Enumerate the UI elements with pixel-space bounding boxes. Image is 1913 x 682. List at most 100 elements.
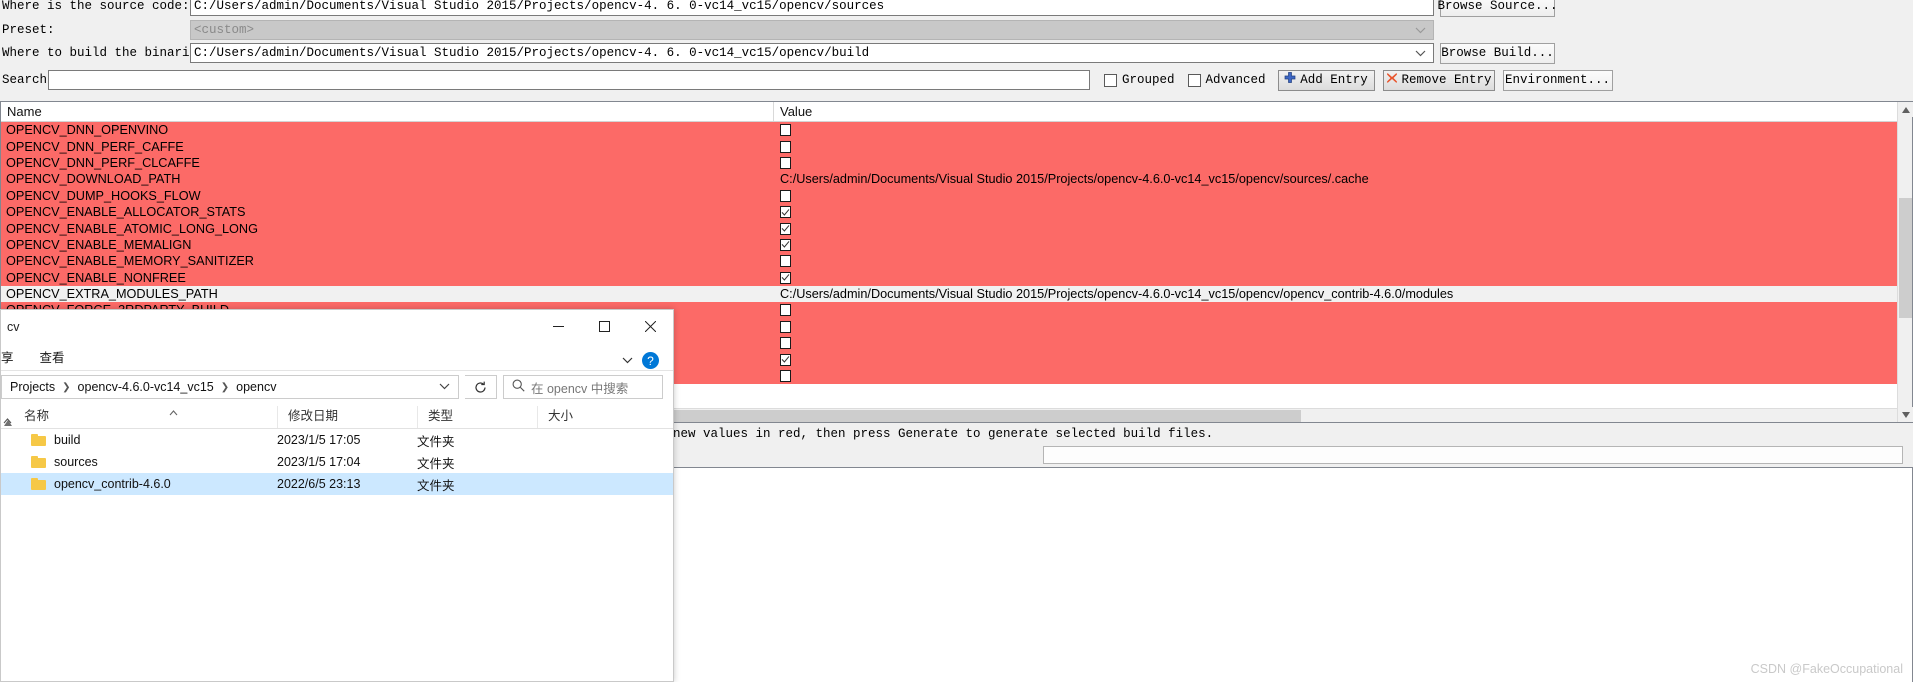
explorer-column-date[interactable]: 修改日期 — [277, 406, 417, 428]
status-message: new values in red, then press Generate t… — [673, 427, 1214, 441]
explorer-column-size[interactable]: 大小 — [537, 406, 637, 428]
checkbox-checked-icon[interactable] — [780, 353, 791, 366]
cache-entry-value[interactable]: C:/Users/admin/Documents/Visual Studio 2… — [774, 287, 1912, 301]
add-entry-button[interactable]: Add Entry — [1277, 69, 1375, 91]
file-name: opencv_contrib-4.6.0 — [54, 477, 171, 491]
table-row[interactable]: OPENCV_ENABLE_MEMALIGN — [1, 236, 1912, 254]
ribbon-collapse-chevron-icon[interactable] — [622, 355, 633, 367]
explorer-titlebar[interactable]: cv — [1, 310, 673, 343]
table-row[interactable]: OPENCV_ENABLE_NONFREE — [1, 269, 1912, 286]
build-path-input[interactable]: C:/Users/admin/Documents/Visual Studio 2… — [190, 43, 1434, 63]
checkbox-unchecked-icon[interactable] — [780, 337, 791, 350]
preset-label: Preset: — [2, 23, 55, 37]
table-row[interactable]: OPENCV_DUMP_HOOKS_FLOW — [1, 187, 1912, 204]
search-row: Search: Grouped Advanced Add Entry Remov… — [0, 69, 1913, 91]
preset-value: <custom> — [194, 23, 255, 37]
browse-build-button[interactable]: Browse Build... — [1440, 42, 1555, 64]
cache-entry-value[interactable] — [774, 124, 1912, 137]
cache-entry-value[interactable] — [774, 206, 1912, 219]
source-label: Where is the source code: — [2, 0, 190, 13]
table-row[interactable]: OPENCV_DNN_PERF_CLCAFFE — [1, 154, 1912, 172]
scroll-down-button[interactable] — [1898, 407, 1913, 422]
source-path-input[interactable]: C:/Users/admin/Documents/Visual Studio 2… — [190, 0, 1434, 16]
checkbox-unchecked-icon[interactable] — [780, 124, 791, 137]
cache-entry-value[interactable]: C:/Users/admin/Documents/Visual Studio 2… — [774, 172, 1912, 186]
breadcrumb-item-projects[interactable]: Projects — [10, 380, 55, 394]
checkbox-unchecked-icon[interactable] — [780, 156, 791, 169]
cache-entry-value[interactable] — [774, 156, 1912, 169]
close-button[interactable] — [627, 311, 673, 343]
table-row[interactable]: OPENCV_DNN_OPENVINO — [1, 122, 1912, 139]
cache-entry-name: OPENCV_ENABLE_MEMORY_SANITIZER — [6, 254, 254, 269]
explorer-column-type[interactable]: 类型 — [417, 406, 537, 428]
checkbox-unchecked-icon[interactable] — [780, 370, 791, 383]
file-list-item[interactable]: build 2023/1/5 17:05 文件夹 — [1, 429, 673, 451]
nav-scroll-up-button[interactable] — [1, 415, 14, 430]
checkbox-unchecked-icon[interactable] — [780, 304, 791, 317]
checkbox-unchecked-icon[interactable] — [780, 189, 791, 202]
advanced-checkbox[interactable]: Advanced — [1187, 73, 1266, 87]
breadcrumb-item-opencv-vc14vc15[interactable]: opencv-4.6.0-vc14_vc15 — [78, 380, 214, 394]
explorer-search-input[interactable]: 在 opencv 中搜索 — [503, 375, 663, 399]
column-header-value[interactable]: Value — [774, 102, 1912, 121]
file-list-item[interactable]: sources 2023/1/5 17:04 文件夹 — [1, 451, 673, 473]
cache-entry-path-value: C:/Users/admin/Documents/Visual Studio 2… — [780, 287, 1454, 302]
checkbox-checked-icon[interactable] — [780, 206, 791, 219]
maximize-button[interactable] — [581, 311, 627, 343]
cache-entry-value[interactable] — [774, 271, 1912, 284]
scroll-up-button[interactable] — [1898, 102, 1913, 117]
grouped-checkbox[interactable]: Grouped — [1104, 73, 1175, 87]
cache-entry-value[interactable] — [774, 222, 1912, 235]
ribbon-tab-share[interactable]: 享 — [1, 347, 14, 366]
checkbox-box — [1104, 73, 1117, 87]
chevron-down-icon[interactable] — [1410, 44, 1430, 62]
help-icon[interactable]: ? — [642, 352, 659, 369]
ribbon-tab-view[interactable]: 查看 — [40, 347, 65, 366]
cache-entry-value[interactable] — [774, 304, 1912, 317]
checkbox-unchecked-icon[interactable] — [780, 255, 791, 268]
cache-entry-name: OPENCV_DNN_PERF_CAFFE — [6, 139, 184, 154]
breadcrumb-item-opencv[interactable]: opencv — [236, 380, 276, 394]
file-list-item[interactable]: opencv_contrib-4.6.0 2022/6/5 23:13 文件夹 — [1, 473, 673, 495]
cache-entry-value[interactable] — [774, 140, 1912, 153]
cache-entry-value[interactable] — [774, 255, 1912, 268]
file-name-cell: sources — [1, 455, 277, 469]
minimize-button[interactable] — [535, 311, 581, 343]
checkbox-unchecked-icon[interactable] — [780, 320, 791, 333]
cache-entry-value[interactable] — [774, 353, 1912, 366]
progress-bar — [1043, 446, 1903, 464]
checkbox-unchecked-icon[interactable] — [780, 140, 791, 153]
table-row[interactable]: OPENCV_EXTRA_MODULES_PATH C:/Users/admin/… — [1, 285, 1912, 303]
cache-entry-value[interactable] — [774, 238, 1912, 251]
search-input[interactable] — [48, 70, 1090, 90]
chevron-down-icon — [1410, 21, 1430, 39]
cache-entry-value[interactable] — [774, 370, 1912, 383]
build-label: Where to build the binaries: — [2, 46, 213, 60]
nav-pane-scrollbar[interactable] — [1, 415, 14, 475]
breadcrumb-separator-icon: ❯ — [220, 381, 230, 393]
table-row[interactable]: OPENCV_ENABLE_ALLOCATOR_STATS — [1, 203, 1912, 221]
preset-select[interactable]: <custom> — [190, 20, 1434, 40]
checkbox-checked-icon[interactable] — [780, 271, 791, 284]
remove-entry-button[interactable]: Remove Entry — [1382, 69, 1495, 91]
file-date-cell: 2023/1/5 17:04 — [277, 455, 361, 469]
table-row[interactable]: OPENCV_ENABLE_MEMORY_SANITIZER — [1, 253, 1912, 270]
cache-entry-value[interactable] — [774, 320, 1912, 333]
checkbox-checked-icon[interactable] — [780, 238, 791, 251]
cache-entry-value[interactable] — [774, 337, 1912, 350]
breadcrumb[interactable]: Projects ❯ opencv-4.6.0-vc14_vc15 ❯ open… — [1, 375, 459, 399]
table-row[interactable]: OPENCV_DNN_PERF_CAFFE — [1, 138, 1912, 155]
breadcrumb-dropdown-icon[interactable] — [439, 381, 454, 393]
browse-source-button[interactable]: Browse Source... — [1437, 0, 1558, 17]
refresh-button[interactable] — [465, 375, 497, 399]
checkbox-checked-icon[interactable] — [780, 222, 791, 235]
explorer-column-name[interactable]: 名称 — [14, 406, 277, 428]
cache-entry-value[interactable] — [774, 189, 1912, 202]
column-header-name[interactable]: Name — [1, 102, 774, 121]
environment-button[interactable]: Environment... — [1502, 69, 1613, 91]
table-vertical-scrollbar[interactable] — [1897, 102, 1913, 422]
table-row[interactable]: OPENCV_DOWNLOAD_PATH C:/Users/admin/Docum… — [1, 171, 1912, 188]
scroll-thumb[interactable] — [1899, 198, 1912, 318]
table-row[interactable]: OPENCV_ENABLE_ATOMIC_LONG_LONG — [1, 220, 1912, 237]
preset-row: Preset: <custom> — [0, 20, 1913, 40]
